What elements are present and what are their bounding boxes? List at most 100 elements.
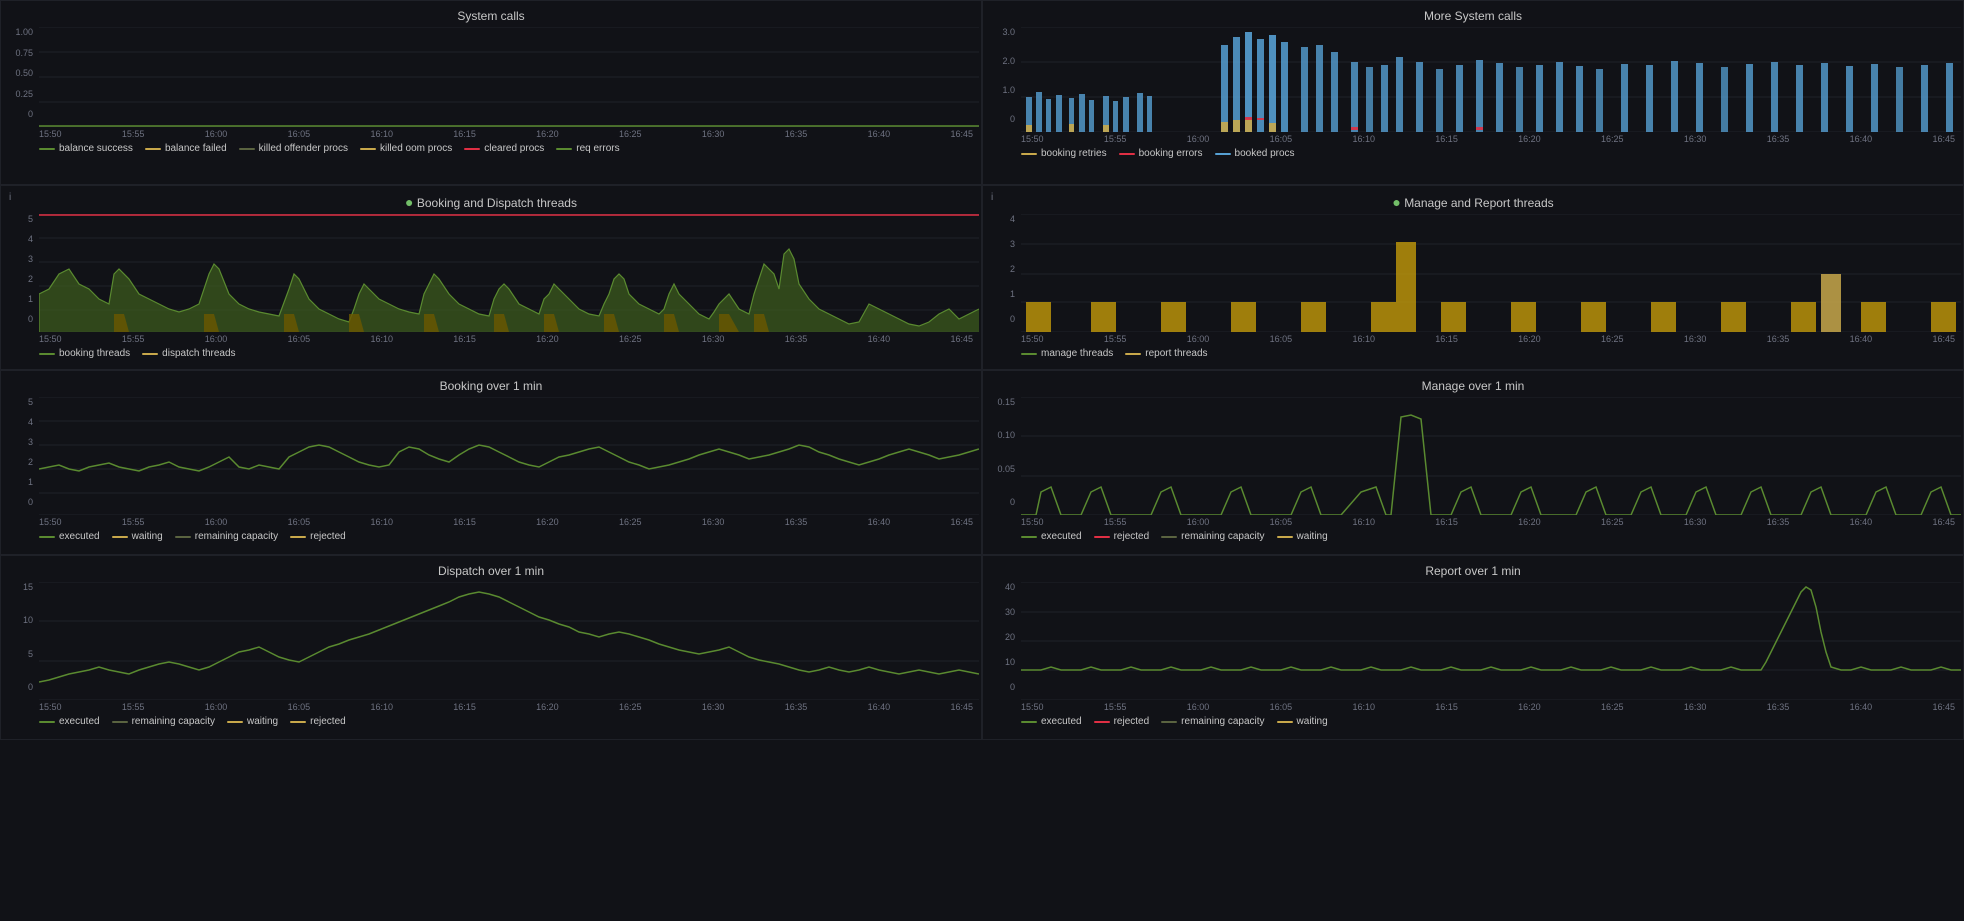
legend-item-balance-success: balance success bbox=[39, 143, 133, 154]
legend-manage-report: manage threads report threads bbox=[1021, 348, 1955, 359]
chart-canvas-booking-1min bbox=[39, 397, 973, 515]
legend-color-killed-offender bbox=[239, 148, 255, 150]
chart-svg-system-calls bbox=[39, 27, 979, 127]
x-axis-manage-report: 15:50 15:55 16:00 16:05 16:10 16:15 16:2… bbox=[1021, 332, 1955, 344]
legend-color-waiting-report bbox=[1277, 721, 1293, 723]
green-dot-booking: ● bbox=[405, 194, 413, 210]
legend-color-booking-threads bbox=[39, 353, 55, 355]
chart-svg-booking-dispatch bbox=[39, 214, 979, 332]
chart-area-booking-1min: 5 4 3 2 1 0 15:50 bbox=[9, 397, 973, 527]
legend-item-remaining-booking: remaining capacity bbox=[175, 531, 278, 542]
y-axis-dispatch-1min: 15 10 5 0 bbox=[9, 582, 37, 692]
chart-area-report-1min: 40 30 20 10 0 15:50 15:55 bbox=[991, 582, 1955, 712]
panel-manage-1min: Manage over 1 min 0.15 0.10 0.05 0 1 bbox=[982, 370, 1964, 555]
legend-color-manage-threads bbox=[1021, 353, 1037, 355]
legend-more-system-calls: booking retries booking errors booked pr… bbox=[1021, 148, 1955, 159]
panel-title-report-1min: Report over 1 min bbox=[991, 564, 1955, 578]
x-axis-system-calls: 15:50 15:55 16:00 16:05 16:10 16:15 16:2… bbox=[39, 127, 973, 139]
x-axis-booking-dispatch: 15:50 15:55 16:00 16:05 16:10 16:15 16:2… bbox=[39, 332, 973, 344]
panel-title-manage-report: ● Manage and Report threads bbox=[991, 194, 1955, 210]
legend-color-report-threads bbox=[1125, 353, 1141, 355]
y-axis-more-system-calls: 3.0 2.0 1.0 0 bbox=[991, 27, 1019, 124]
legend-item-waiting-dispatch: waiting bbox=[227, 716, 278, 727]
green-dot-manage: ● bbox=[1392, 194, 1400, 210]
legend-item-rejected-manage: rejected bbox=[1094, 531, 1150, 542]
legend-item-report-threads: report threads bbox=[1125, 348, 1207, 359]
legend-color-executed-booking bbox=[39, 536, 55, 538]
x-axis-more-system-calls: 15:50 15:55 16:00 16:05 16:10 16:15 16:2… bbox=[1021, 132, 1955, 144]
chart-canvas-manage-1min bbox=[1021, 397, 1955, 515]
legend-item-waiting-booking: waiting bbox=[112, 531, 163, 542]
legend-item-req-errors: req errors bbox=[556, 143, 619, 154]
legend-color-booked-procs bbox=[1215, 153, 1231, 155]
legend-item-waiting-report: waiting bbox=[1277, 716, 1328, 727]
legend-color-remaining-report bbox=[1161, 721, 1177, 723]
legend-manage-1min: executed rejected remaining capacity wai… bbox=[1021, 531, 1955, 542]
panel-title-booking-dispatch: ● Booking and Dispatch threads bbox=[9, 194, 973, 210]
legend-item-booking-errors: booking errors bbox=[1119, 148, 1203, 159]
chart-area-system-calls: 1.00 0.75 0.50 0.25 0 15:5 bbox=[9, 27, 973, 139]
panel-system-calls: System calls 1.00 0.75 0.50 0.25 0 bbox=[0, 0, 982, 185]
y-axis-report-1min: 40 30 20 10 0 bbox=[991, 582, 1019, 692]
legend-color-rejected-report bbox=[1094, 721, 1110, 723]
legend-dispatch-1min: executed remaining capacity waiting reje… bbox=[39, 716, 973, 727]
legend-color-req-errors bbox=[556, 148, 572, 150]
chart-canvas-report-1min bbox=[1021, 582, 1955, 700]
legend-color-rejected-manage bbox=[1094, 536, 1110, 538]
y-axis-booking-dispatch: 5 4 3 2 1 0 bbox=[9, 214, 37, 324]
panel-title-more-system-calls: More System calls bbox=[991, 9, 1955, 23]
x-axis-dispatch-1min: 15:50 15:55 16:00 16:05 16:10 16:15 16:2… bbox=[39, 700, 973, 712]
legend-color-executed-report bbox=[1021, 721, 1037, 723]
panel-title-booking-1min: Booking over 1 min bbox=[9, 379, 973, 393]
legend-color-waiting-booking bbox=[112, 536, 128, 538]
panel-more-system-calls: More System calls 3.0 2.0 1.0 0 bbox=[982, 0, 1964, 185]
x-axis-booking-1min: 15:50 15:55 16:00 16:05 16:10 16:15 16:2… bbox=[39, 515, 973, 527]
legend-color-balance-failed bbox=[145, 148, 161, 150]
chart-canvas-system-calls bbox=[39, 27, 973, 127]
y-axis-system-calls: 1.00 0.75 0.50 0.25 0 bbox=[9, 27, 37, 119]
legend-item-manage-threads: manage threads bbox=[1021, 348, 1113, 359]
legend-item-executed-manage: executed bbox=[1021, 531, 1082, 542]
chart-area-booking-dispatch: 5 4 3 2 1 0 bbox=[9, 214, 973, 344]
legend-item-remaining-dispatch: remaining capacity bbox=[112, 716, 215, 727]
legend-color-balance-success bbox=[39, 148, 55, 150]
chart-canvas-more-system-calls bbox=[1021, 27, 1955, 132]
legend-item-remaining-manage: remaining capacity bbox=[1161, 531, 1264, 542]
chart-svg-manage-report bbox=[1021, 214, 1961, 332]
legend-item-rejected-report: rejected bbox=[1094, 716, 1150, 727]
chart-canvas-booking-dispatch bbox=[39, 214, 973, 332]
legend-color-booking-errors bbox=[1119, 153, 1135, 155]
panel-report-1min: Report over 1 min 40 30 20 10 0 bbox=[982, 555, 1964, 740]
legend-color-waiting-dispatch bbox=[227, 721, 243, 723]
legend-item-dispatch-threads: dispatch threads bbox=[142, 348, 235, 359]
chart-area-dispatch-1min: 15 10 5 0 15:50 15:55 16:00 16:0 bbox=[9, 582, 973, 712]
y-axis-manage-report: 4 3 2 1 0 bbox=[991, 214, 1019, 324]
legend-item-balance-failed: balance failed bbox=[145, 143, 227, 154]
panel-manage-report: i ● Manage and Report threads 4 3 2 1 0 bbox=[982, 185, 1964, 370]
legend-color-remaining-manage bbox=[1161, 536, 1177, 538]
y-axis-booking-1min: 5 4 3 2 1 0 bbox=[9, 397, 37, 507]
legend-item-booked-procs: booked procs bbox=[1215, 148, 1295, 159]
panel-info-booking-dispatch[interactable]: i bbox=[9, 192, 11, 203]
legend-item-executed-report: executed bbox=[1021, 716, 1082, 727]
panel-title-system-calls: System calls bbox=[9, 9, 973, 23]
legend-item-killed-offender: killed offender procs bbox=[239, 143, 348, 154]
legend-color-waiting-manage bbox=[1277, 536, 1293, 538]
chart-area-more-system-calls: 3.0 2.0 1.0 0 bbox=[991, 27, 1955, 144]
y-axis-manage-1min: 0.15 0.10 0.05 0 bbox=[991, 397, 1019, 507]
x-axis-manage-1min: 15:50 15:55 16:00 16:05 16:10 16:15 16:2… bbox=[1021, 515, 1955, 527]
panel-title-dispatch-1min: Dispatch over 1 min bbox=[9, 564, 973, 578]
panel-booking-1min: Booking over 1 min 5 4 3 2 1 0 bbox=[0, 370, 982, 555]
panel-info-manage-report[interactable]: i bbox=[991, 192, 993, 203]
legend-system-calls: balance success balance failed killed of… bbox=[39, 143, 973, 154]
chart-svg-report-1min bbox=[1021, 582, 1961, 700]
chart-svg-dispatch-1min bbox=[39, 582, 979, 700]
legend-booking-1min: executed waiting remaining capacity reje… bbox=[39, 531, 973, 542]
chart-canvas-manage-report bbox=[1021, 214, 1955, 332]
legend-item-rejected-booking: rejected bbox=[290, 531, 346, 542]
chart-svg-more-system-calls bbox=[1021, 27, 1961, 132]
legend-color-executed-manage bbox=[1021, 536, 1037, 538]
legend-item-waiting-manage: waiting bbox=[1277, 531, 1328, 542]
legend-color-cleared-procs bbox=[464, 148, 480, 150]
legend-color-dispatch-threads bbox=[142, 353, 158, 355]
